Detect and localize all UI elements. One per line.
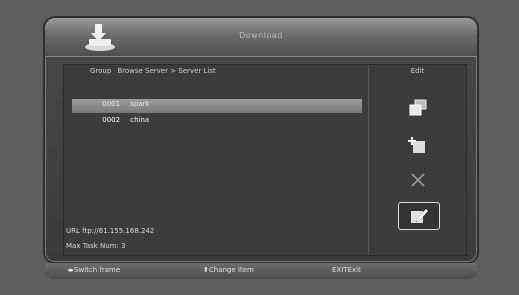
- server-row[interactable]: 0001 spark: [72, 83, 362, 108]
- exit-hint: EXITExit: [332, 266, 361, 274]
- max-task-info: Max Task Num: 3: [66, 242, 126, 250]
- copy-button[interactable]: [398, 95, 438, 121]
- exit-key-label: EXIT: [332, 266, 348, 274]
- server-list: 0001 spark 0002 china: [72, 83, 362, 124]
- breadcrumb-path: Browse Server > Server List: [117, 67, 216, 75]
- server-number: 0001: [102, 100, 121, 108]
- copy-icon: [409, 99, 427, 116]
- edit-button[interactable]: [398, 202, 440, 230]
- action-panel: Edit: [369, 65, 466, 255]
- url-info: URL ftp://61.155.168.242: [66, 227, 155, 235]
- delete-button[interactable]: [398, 167, 438, 193]
- server-number: 0002: [102, 116, 121, 124]
- exit-label: Exit: [347, 266, 361, 274]
- breadcrumb-group: Group: [90, 67, 112, 75]
- edit-label: Edit: [410, 67, 425, 75]
- page-title: Download: [239, 31, 283, 40]
- footer-hints: ◂▸Switch frame ⬍Change Item EXITExit: [45, 263, 477, 279]
- title-bar: Download: [45, 18, 477, 57]
- switch-frame-hint: ◂▸Switch frame: [67, 266, 120, 274]
- edit-icon: [411, 208, 429, 223]
- server-name: spark: [130, 100, 150, 108]
- content-area: Group Browse Server > Server List 0001 spa…: [63, 64, 467, 256]
- delete-icon: [411, 173, 425, 187]
- switch-frame-label: Switch frame: [74, 266, 121, 274]
- add-button[interactable]: [398, 131, 438, 157]
- breadcrumb: Group Browse Server > Server List: [90, 67, 216, 75]
- left-right-arrows-icon: ◂▸: [67, 266, 75, 274]
- add-icon: [408, 137, 425, 153]
- change-item-label: Change Item: [208, 266, 254, 274]
- server-list-frame[interactable]: Group Browse Server > Server List 0001 spa…: [64, 65, 369, 255]
- server-name: china: [130, 116, 150, 124]
- download-panel: Download Group Browse Server > Server Lis…: [45, 18, 477, 262]
- change-item-hint: ⬍Change Item: [203, 266, 254, 274]
